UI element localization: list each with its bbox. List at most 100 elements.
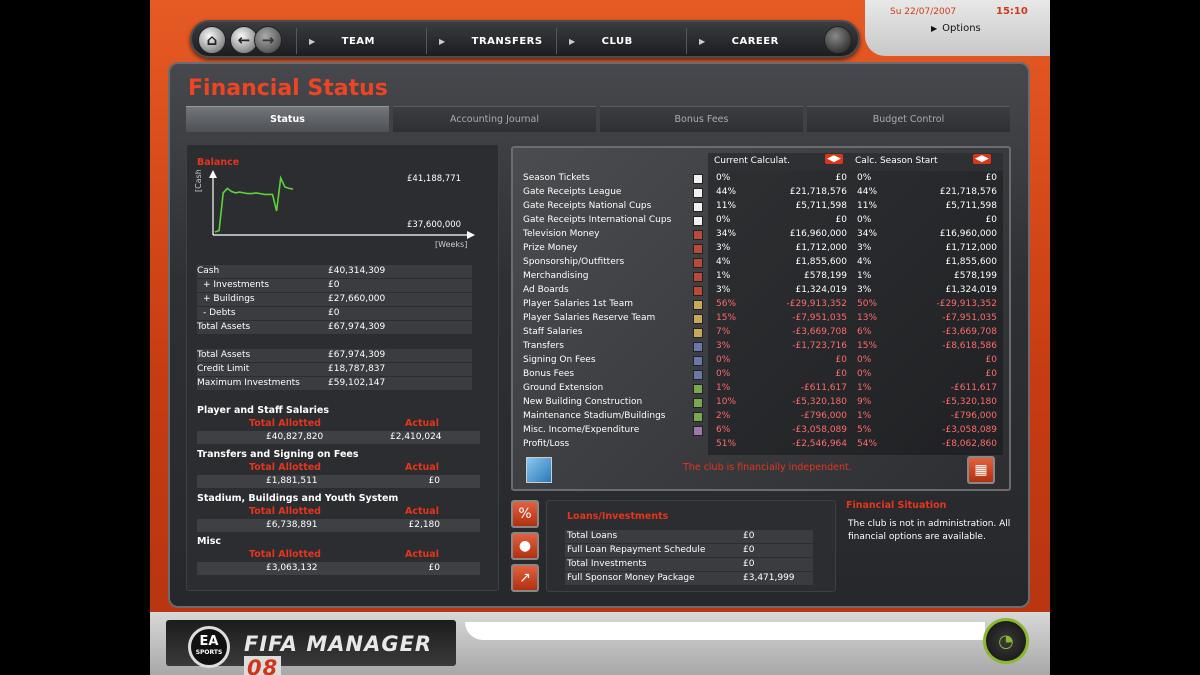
table-row: Ad Boards 3% £1,324,019 3% £1,324,019 [513,284,1009,298]
row-value-current: £0 [835,215,847,225]
percent-icon[interactable]: % [511,500,539,528]
loans-panel: Loans/Investments Total Loans £0 Full Loan… [546,500,836,592]
table-row: Ground Extension 1% -£611,617 1% -£611,617 [513,382,1009,396]
col2-header: Calc. Season Start [855,156,938,166]
loan-label: Full Sponsor Money Package [567,573,695,583]
row-color-swatch [693,258,703,268]
loan-value: £3,471,999 [743,573,795,583]
row-value-current: -£7,951,035 [792,313,847,323]
row-value-start: -£611,617 [950,383,997,393]
play-arrow-icon: ▶ [931,24,938,33]
tab-budget-control[interactable]: Budget Control [807,106,1010,132]
row-value-start: -£8,062,860 [942,439,997,449]
table-row: Profit/Loss 51% -£2,546,964 54% -£8,062,860 [513,438,1009,452]
calculator-icon[interactable]: ▦ [967,456,995,484]
report-icon[interactable] [526,457,552,483]
financial-situation-title: Financial Situation [846,500,947,511]
row-label: Gate Receipts International Cups [523,215,672,225]
row-color-swatch [693,300,703,310]
allotted-header: Total Allotted [249,549,321,560]
row-color-swatch [693,188,703,198]
row-color-swatch [693,370,703,380]
nav-tab-team[interactable]: ▶ TEAM [296,28,422,54]
row-pct-current: 34% [716,229,737,239]
table-row: Gate Receipts National Cups 11% £5,711,598… [513,200,1009,214]
row-pct-current: 51% [716,439,737,449]
tab-status[interactable]: Status [186,106,389,132]
row-value-current: -£5,320,180 [792,397,847,407]
actual-value: £2,410,024 [390,432,442,442]
loan-value: £0 [743,559,755,569]
tab-accounting-journal[interactable]: Accounting Journal [393,106,596,132]
row-value-current: £1,712,000 [795,243,847,253]
row-value-current: -£3,669,708 [792,327,847,337]
home-icon[interactable]: ⌂ [198,26,226,54]
table-row: Gate Receipts International Cups 0% £0 0% £0 [513,214,1009,228]
allotted-value: £1,881,511 [266,476,318,486]
row-pct-start: 50% [857,299,878,309]
row-color-swatch [693,426,703,436]
col1-header: Current Calculat. [714,156,791,166]
row-value-start: -£8,618,586 [942,341,997,351]
independence-status: The club is financially independent. [683,462,852,473]
col2-arrows-icon[interactable]: ◀▶ [973,154,991,164]
tab-bonus-fees[interactable]: Bonus Fees [600,106,803,132]
row-label: Merchandising [523,271,589,281]
table-row: Prize Money 3% £1,712,000 3% £1,712,000 [513,242,1009,256]
table-row: Season Tickets 0% £0 0% £0 [513,172,1009,186]
row-label: Profit/Loss [523,439,570,449]
row-pct-start: 11% [857,201,878,211]
row-label: Misc. Income/Expenditure [523,425,640,435]
row-pct-start: 1% [857,383,872,393]
row-pct-start: 34% [857,229,878,239]
x-axis-arrow [467,231,475,239]
row-pct-current: 6% [716,425,731,435]
loan-label: Full Loan Repayment Schedule [567,545,706,555]
row-value-current: £0 [835,369,847,379]
table-row: Merchandising 1% £578,199 1% £578,199 [513,270,1009,284]
forward-icon[interactable]: → [254,26,282,54]
nav-tab-transfers[interactable]: ▶ TRANSFERS [426,28,552,54]
main-panel: Financial Status Status Accounting Journ… [168,62,1030,608]
row-label: Gate Receipts National Cups [523,201,652,211]
row-pct-start: 15% [857,341,878,351]
credit-value: £18,787,837 [328,364,386,374]
finance-table: Current Calculat. ◀▶ Calc. Season Start … [511,146,1011,491]
row-value-start: £21,718,576 [939,187,997,197]
whistle-icon[interactable]: ◔ [983,618,1029,664]
nav-tab-career[interactable]: ▶ CAREER [686,28,812,54]
row-pct-start: 6% [857,327,872,337]
allotted-header: Total Allotted [249,506,321,517]
row-label: Player Salaries 1st Team [523,299,633,309]
message-bar [465,622,985,640]
asset-value: £0 [328,308,340,318]
row-value-start: £0 [985,369,997,379]
row-label: Prize Money [523,243,578,253]
row-label: Transfers [523,341,564,351]
asset-value: £67,974,309 [328,322,386,332]
row-color-swatch [693,202,703,212]
row-label: Ad Boards [523,285,569,295]
allotted-value: £40,827,820 [266,432,324,442]
piggy-bank-icon[interactable]: ● [511,532,539,560]
row-pct-current: 15% [716,313,737,323]
row-pct-start: 13% [857,313,878,323]
row-value-start: £5,711,598 [945,201,997,211]
row-pct-start: 9% [857,397,872,407]
options-menu[interactable]: ▶ Options [931,23,981,34]
continue-button[interactable] [824,26,852,54]
row-value-start: -£3,058,089 [942,425,997,435]
budget-section-title: Player and Staff Salaries [197,405,330,416]
chart-bottom-value: £37,600,000 [407,220,461,230]
budget-section-title: Transfers and Signing on Fees [197,449,359,460]
row-pct-start: 0% [857,355,872,365]
allotted-header: Total Allotted [249,462,321,473]
nav-tab-club[interactable]: ▶ CLUB [556,28,682,54]
row-value-start: £0 [985,355,997,365]
row-pct-current: 0% [716,173,731,183]
table-row: Player Salaries 1st Team 56% -£29,913,352 5… [513,298,1009,312]
growth-chart-icon[interactable]: ↗ [511,564,539,592]
row-value-current: £1,855,600 [795,257,847,267]
actual-value: £0 [428,476,440,486]
col1-arrows-icon[interactable]: ◀▶ [825,154,843,164]
